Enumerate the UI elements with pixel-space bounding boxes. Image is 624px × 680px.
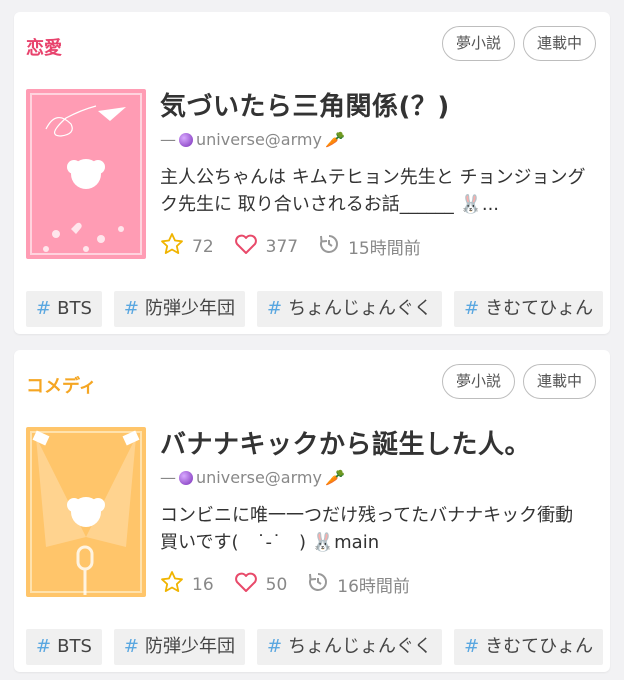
story-description[interactable]: 主人公ちゃんは キムテヒョン先生と チョンジョングク先生に 取り合いされるお話_… xyxy=(160,164,590,218)
updated-stat: 15時間前 xyxy=(318,233,421,260)
author-dash: — xyxy=(160,130,176,149)
star-icon xyxy=(160,232,184,261)
like-stat: 377 xyxy=(234,233,298,260)
badges: 夢小説 連載中 xyxy=(441,364,596,399)
updated-time: 16時間前 xyxy=(337,577,410,597)
genre-label: 恋愛 xyxy=(26,38,62,59)
star-count: 72 xyxy=(192,236,214,257)
author-line[interactable]: — universe@army 🥕 xyxy=(160,130,345,149)
hash-icon: # xyxy=(266,298,283,319)
badges: 夢小説 連載中 xyxy=(441,26,596,61)
badge-dream-novel: 夢小説 xyxy=(441,364,515,399)
tag-list: # BTS # 防弾少年団 # ちょんじょんぐく # きむてひょん xyxy=(26,291,604,327)
tag-label: BTS xyxy=(57,636,92,657)
star-icon xyxy=(160,570,184,599)
author-name: universe@army xyxy=(196,468,322,487)
tag-list: # BTS # 防弾少年団 # ちょんじょんぐく # きむてひょん xyxy=(26,629,604,665)
cover-image[interactable] xyxy=(26,89,146,259)
tag-label: 防弾少年団 xyxy=(144,636,235,657)
like-count: 377 xyxy=(265,236,299,257)
tag-label: BTS xyxy=(57,298,92,319)
heart-icon xyxy=(234,233,258,260)
hash-icon: # xyxy=(464,298,480,319)
badge-serializing: 連載中 xyxy=(522,26,596,61)
story-card[interactable]: コメディ 夢小説 連載中 バナナキックから誕生した人。 — universe@a… xyxy=(14,350,610,672)
stats-row: 16 50 16時間前 xyxy=(160,570,430,599)
tag-item[interactable]: # ちょんじょんぐく xyxy=(256,291,443,327)
tag-item[interactable]: # きむてひょん xyxy=(454,291,604,327)
hash-icon: # xyxy=(266,636,283,657)
star-count: 16 xyxy=(192,574,214,595)
star-stat: 72 xyxy=(160,232,214,261)
tag-label: きむてひょん xyxy=(485,298,594,319)
badge-serializing: 連載中 xyxy=(522,364,596,399)
tag-label: 防弾少年団 xyxy=(144,298,235,319)
story-title[interactable]: 気づいたら三角関係(？) xyxy=(160,86,590,123)
tag-item[interactable]: # 防弾少年団 xyxy=(113,629,245,665)
story-description[interactable]: コンビニに唯一一つだけ残ってたバナナキック衝動買いです( ˙-˙ ) 🐰main xyxy=(160,502,590,556)
purple-crystal-ball-icon xyxy=(179,132,193,147)
hash-icon: # xyxy=(36,636,52,657)
tag-label: ちょんじょんぐく xyxy=(288,636,433,657)
stats-row: 72 377 15時間前 xyxy=(160,232,441,261)
carrot-icon: 🥕 xyxy=(324,130,345,149)
updated-time: 15時間前 xyxy=(348,239,421,259)
hash-icon: # xyxy=(36,298,52,319)
like-count: 50 xyxy=(265,574,288,595)
hash-icon: # xyxy=(123,636,139,657)
genre-label: コメディ xyxy=(26,376,97,397)
tag-item[interactable]: # ちょんじょんぐく xyxy=(256,629,443,665)
tag-label: きむてひょん xyxy=(485,636,594,657)
updated-stat: 16時間前 xyxy=(307,571,410,598)
author-line[interactable]: — universe@army 🥕 xyxy=(160,468,345,487)
story-card[interactable]: 恋愛 夢小説 連載中 気づいたら三角関係(？) — universe@army … xyxy=(14,12,610,334)
like-stat: 50 xyxy=(234,571,288,598)
badge-dream-novel: 夢小説 xyxy=(441,26,515,61)
carrot-icon: 🥕 xyxy=(324,468,345,487)
author-name: universe@army xyxy=(196,130,322,149)
hash-icon: # xyxy=(123,298,139,319)
tag-item[interactable]: # 防弾少年団 xyxy=(113,291,245,327)
purple-crystal-ball-icon xyxy=(179,470,193,485)
tag-item[interactable]: # BTS xyxy=(26,629,102,665)
history-icon xyxy=(318,233,340,260)
history-icon xyxy=(307,571,329,598)
hash-icon: # xyxy=(464,636,480,657)
author-dash: — xyxy=(160,468,176,487)
story-title[interactable]: バナナキックから誕生した人。 xyxy=(160,424,590,461)
star-stat: 16 xyxy=(160,570,214,599)
tag-item[interactable]: # BTS xyxy=(26,291,102,327)
tag-item[interactable]: # きむてひょん xyxy=(454,629,604,665)
tag-label: ちょんじょんぐく xyxy=(288,298,433,319)
cover-image[interactable] xyxy=(26,427,146,597)
heart-icon xyxy=(234,571,258,598)
